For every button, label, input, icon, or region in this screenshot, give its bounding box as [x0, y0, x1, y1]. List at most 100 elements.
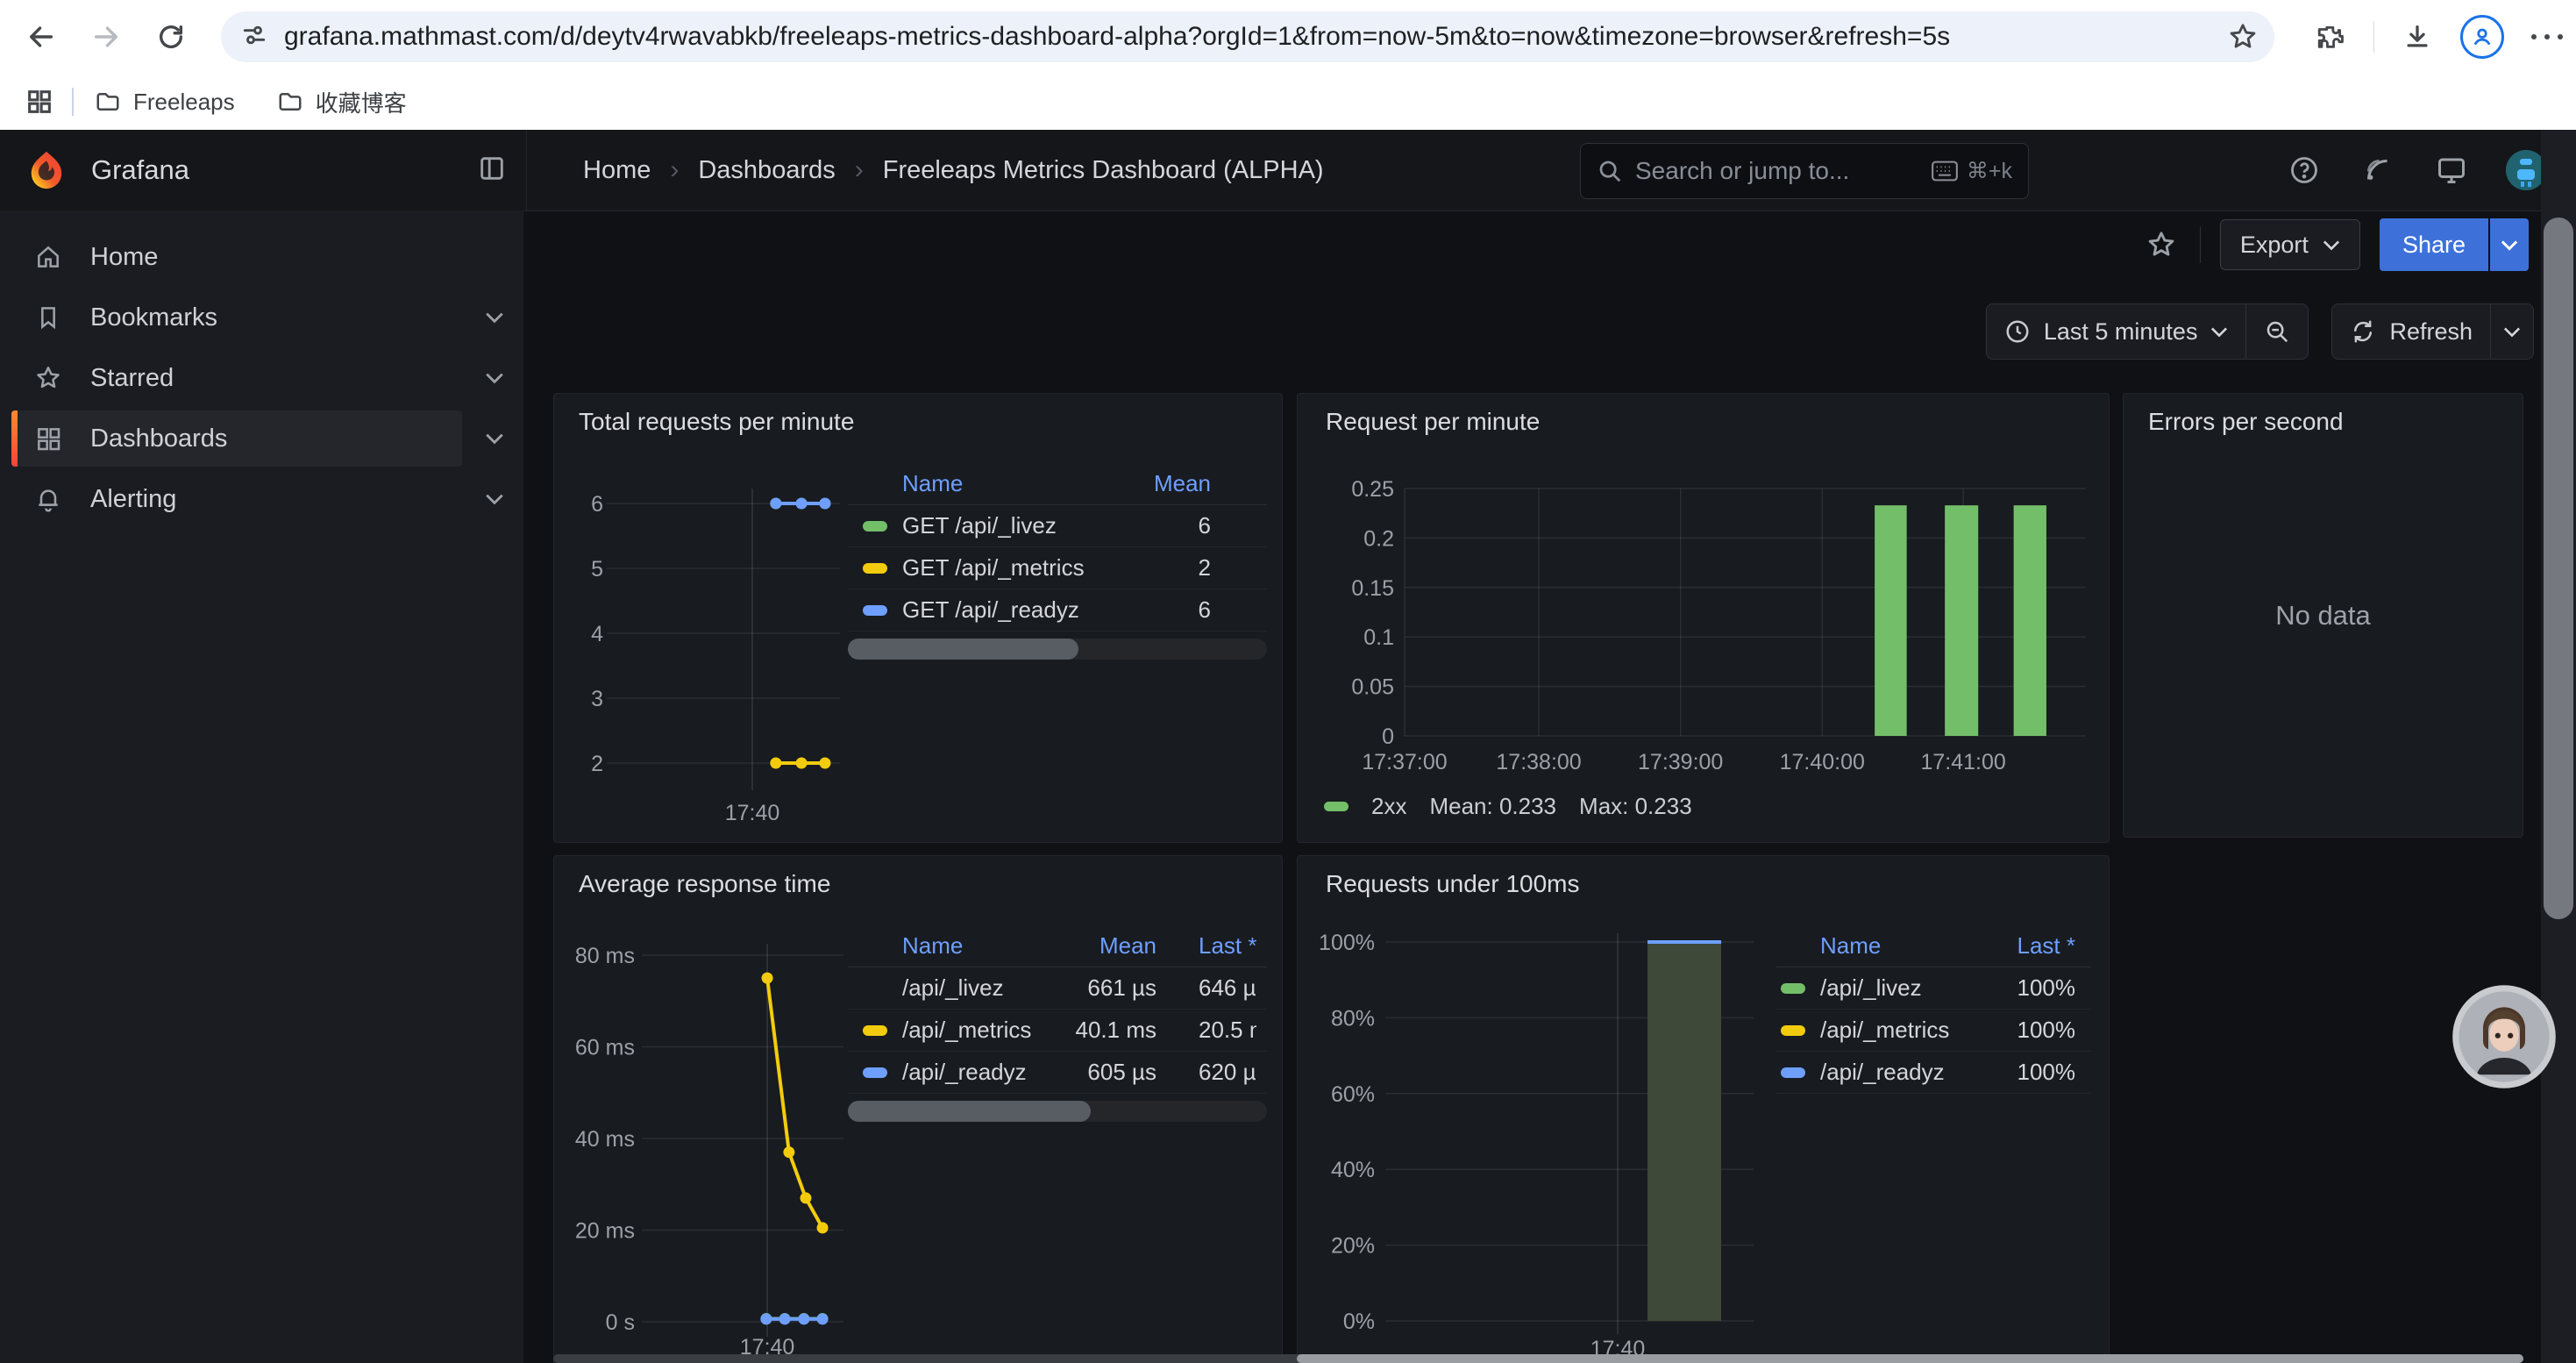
panel-title[interactable]: Requests under 100ms — [1326, 870, 1580, 898]
table-scrollbar[interactable] — [848, 1101, 1267, 1122]
grafana-header: Grafana Home › Dashboards › Freeleaps Me… — [0, 130, 2576, 211]
series-name[interactable]: /api/_metrics — [1820, 1017, 1949, 1044]
refresh-button[interactable]: Refresh — [2332, 304, 2490, 359]
browser-profile-icon[interactable] — [2460, 15, 2504, 59]
series-name[interactable]: GET /api/_readyz — [902, 596, 1079, 624]
news-icon[interactable] — [2359, 151, 2397, 189]
sidebar-item-alerting[interactable]: Alerting — [11, 471, 462, 527]
help-icon[interactable] — [2285, 151, 2323, 189]
series-last: 20.5 ms — [1199, 1017, 1256, 1044]
column-header-last[interactable]: Last * — [2017, 932, 2076, 960]
legend-table-header: Name Mean — [848, 462, 1267, 505]
series-name[interactable]: GET /api/_livez — [902, 512, 1057, 539]
bookmark-star-icon[interactable] — [2227, 21, 2259, 57]
zoom-out-button[interactable] — [2246, 304, 2308, 359]
search-box[interactable]: ⌘+k — [1580, 143, 2029, 199]
table-row[interactable]: GET /api/_livez 6 — [848, 505, 1267, 547]
svg-text:5: 5 — [591, 557, 603, 582]
chevron-down-icon[interactable] — [481, 304, 508, 331]
apps-grid-icon[interactable] — [19, 82, 60, 122]
sidebar-item-label: Bookmarks — [90, 303, 217, 332]
table-row[interactable]: GET /api/_metrics 2 — [848, 547, 1267, 589]
sidebar-item-starred[interactable]: Starred — [11, 350, 462, 406]
svg-text:0.1: 0.1 — [1363, 625, 1394, 650]
scrollbar-thumb[interactable] — [1297, 1354, 2523, 1363]
sidebar-row: Alerting — [0, 471, 523, 527]
search-input[interactable] — [1633, 156, 1916, 186]
share-button[interactable]: Share — [2380, 218, 2488, 271]
time-range-picker[interactable]: Last 5 minutes — [1987, 304, 2246, 359]
bookmark-folder-blogs[interactable]: 收藏博客 — [277, 86, 407, 118]
table-row[interactable]: /api/_readyz 605 µs 620 µs — [848, 1052, 1267, 1094]
forward-icon[interactable] — [86, 17, 126, 57]
chevron-down-icon[interactable] — [481, 425, 508, 452]
scrollbar-thumb[interactable] — [2544, 218, 2573, 919]
scrollbar-thumb[interactable] — [848, 1101, 1091, 1122]
panel-title[interactable]: Request per minute — [1326, 408, 1540, 436]
site-settings-icon[interactable] — [240, 21, 268, 54]
reload-icon[interactable] — [151, 17, 191, 57]
address-bar[interactable]: grafana.mathmast.com/d/deytv4rwavabkb/fr… — [221, 11, 2274, 62]
series-name[interactable]: /api/_readyz — [902, 1059, 1027, 1086]
chevron-down-icon[interactable] — [481, 365, 508, 391]
series-name[interactable]: /api/_livez — [1820, 974, 1922, 1002]
horizontal-scrollbar[interactable] — [553, 1354, 2523, 1363]
table-row[interactable]: GET /api/_readyz 6 — [848, 589, 1267, 632]
extensions-icon[interactable] — [2310, 17, 2351, 57]
series-name[interactable]: /api/_readyz — [1820, 1059, 1945, 1086]
table-scrollbar[interactable] — [848, 639, 1267, 660]
panel-title[interactable]: Total requests per minute — [579, 408, 854, 436]
bookmark-folder-freeleaps[interactable]: Freeleaps — [95, 89, 235, 116]
sidebar-item-home[interactable]: Home — [11, 229, 462, 285]
series-name[interactable]: GET /api/_metrics — [902, 554, 1085, 582]
panel-title[interactable]: Average response time — [579, 870, 830, 898]
series-name[interactable]: /api/_metrics — [902, 1017, 1031, 1044]
column-header-mean[interactable]: Mean — [1099, 932, 1156, 960]
share-menu-chevron-icon[interactable] — [2490, 218, 2529, 271]
svg-text:80%: 80% — [1331, 1006, 1375, 1031]
favorite-star-icon[interactable] — [2142, 225, 2181, 264]
toolbar-divider — [2200, 226, 2201, 263]
scrollbar-thumb[interactable] — [848, 639, 1078, 660]
export-button[interactable]: Export — [2220, 219, 2360, 270]
grafana-logo[interactable] — [26, 150, 67, 190]
breadcrumb-separator: › — [670, 155, 679, 185]
sidebar-item-bookmarks[interactable]: Bookmarks — [11, 289, 462, 346]
table-row[interactable]: /api/_metrics 40.1 ms 20.5 ms — [848, 1010, 1267, 1052]
bookmark-folder-label: Freeleaps — [133, 89, 235, 116]
url-text[interactable]: grafana.mathmast.com/d/deytv4rwavabkb/fr… — [284, 22, 2274, 52]
legend-series-name[interactable]: 2xx — [1371, 793, 1406, 820]
refresh-interval-chevron[interactable] — [2491, 304, 2533, 359]
chevron-down-icon — [2210, 326, 2228, 338]
table-row[interactable]: /api/_livez 100% — [1775, 967, 2091, 1010]
table-row[interactable]: /api/_livez 661 µs 646 µs — [848, 967, 1267, 1010]
bar-chart[interactable]: 0.250.20.150.10.05017:37:0017:38:0017:39… — [1298, 394, 2110, 843]
breadcrumb-dashboards[interactable]: Dashboards — [698, 156, 835, 185]
assistant-avatar[interactable] — [2451, 984, 2557, 1089]
svg-text:17:40: 17:40 — [725, 801, 780, 825]
series-color-pill — [1781, 1025, 1805, 1036]
column-header-mean[interactable]: Mean — [1154, 470, 1211, 497]
dock-menu-icon[interactable] — [477, 153, 507, 188]
column-header-name[interactable]: Name — [902, 932, 963, 960]
vertical-scrollbar[interactable] — [2541, 130, 2576, 1363]
table-row[interactable]: /api/_metrics 100% — [1775, 1010, 2091, 1052]
column-header-last[interactable]: Last * — [1199, 932, 1256, 960]
sidebar-item-label: Starred — [90, 364, 174, 393]
sidebar-item-dashboards[interactable]: Dashboards — [11, 410, 462, 467]
monitor-icon[interactable] — [2432, 151, 2471, 189]
chevron-down-icon[interactable] — [481, 486, 508, 512]
svg-text:17:39:00: 17:39:00 — [1638, 750, 1723, 774]
table-row[interactable]: /api/_readyz 100% — [1775, 1052, 2091, 1094]
panel-title[interactable]: Errors per second — [2148, 408, 2344, 436]
column-header-name[interactable]: Name — [902, 470, 963, 497]
svg-text:40%: 40% — [1331, 1158, 1375, 1182]
download-icon[interactable] — [2397, 17, 2437, 57]
series-name[interactable]: /api/_livez — [902, 974, 1004, 1002]
breadcrumb-home[interactable]: Home — [583, 156, 651, 185]
back-icon[interactable] — [21, 17, 61, 57]
browser-menu-icon[interactable] — [2527, 17, 2567, 57]
column-header-name[interactable]: Name — [1820, 932, 1881, 960]
series-last: 100% — [2017, 974, 2076, 1002]
svg-text:3: 3 — [591, 687, 603, 711]
